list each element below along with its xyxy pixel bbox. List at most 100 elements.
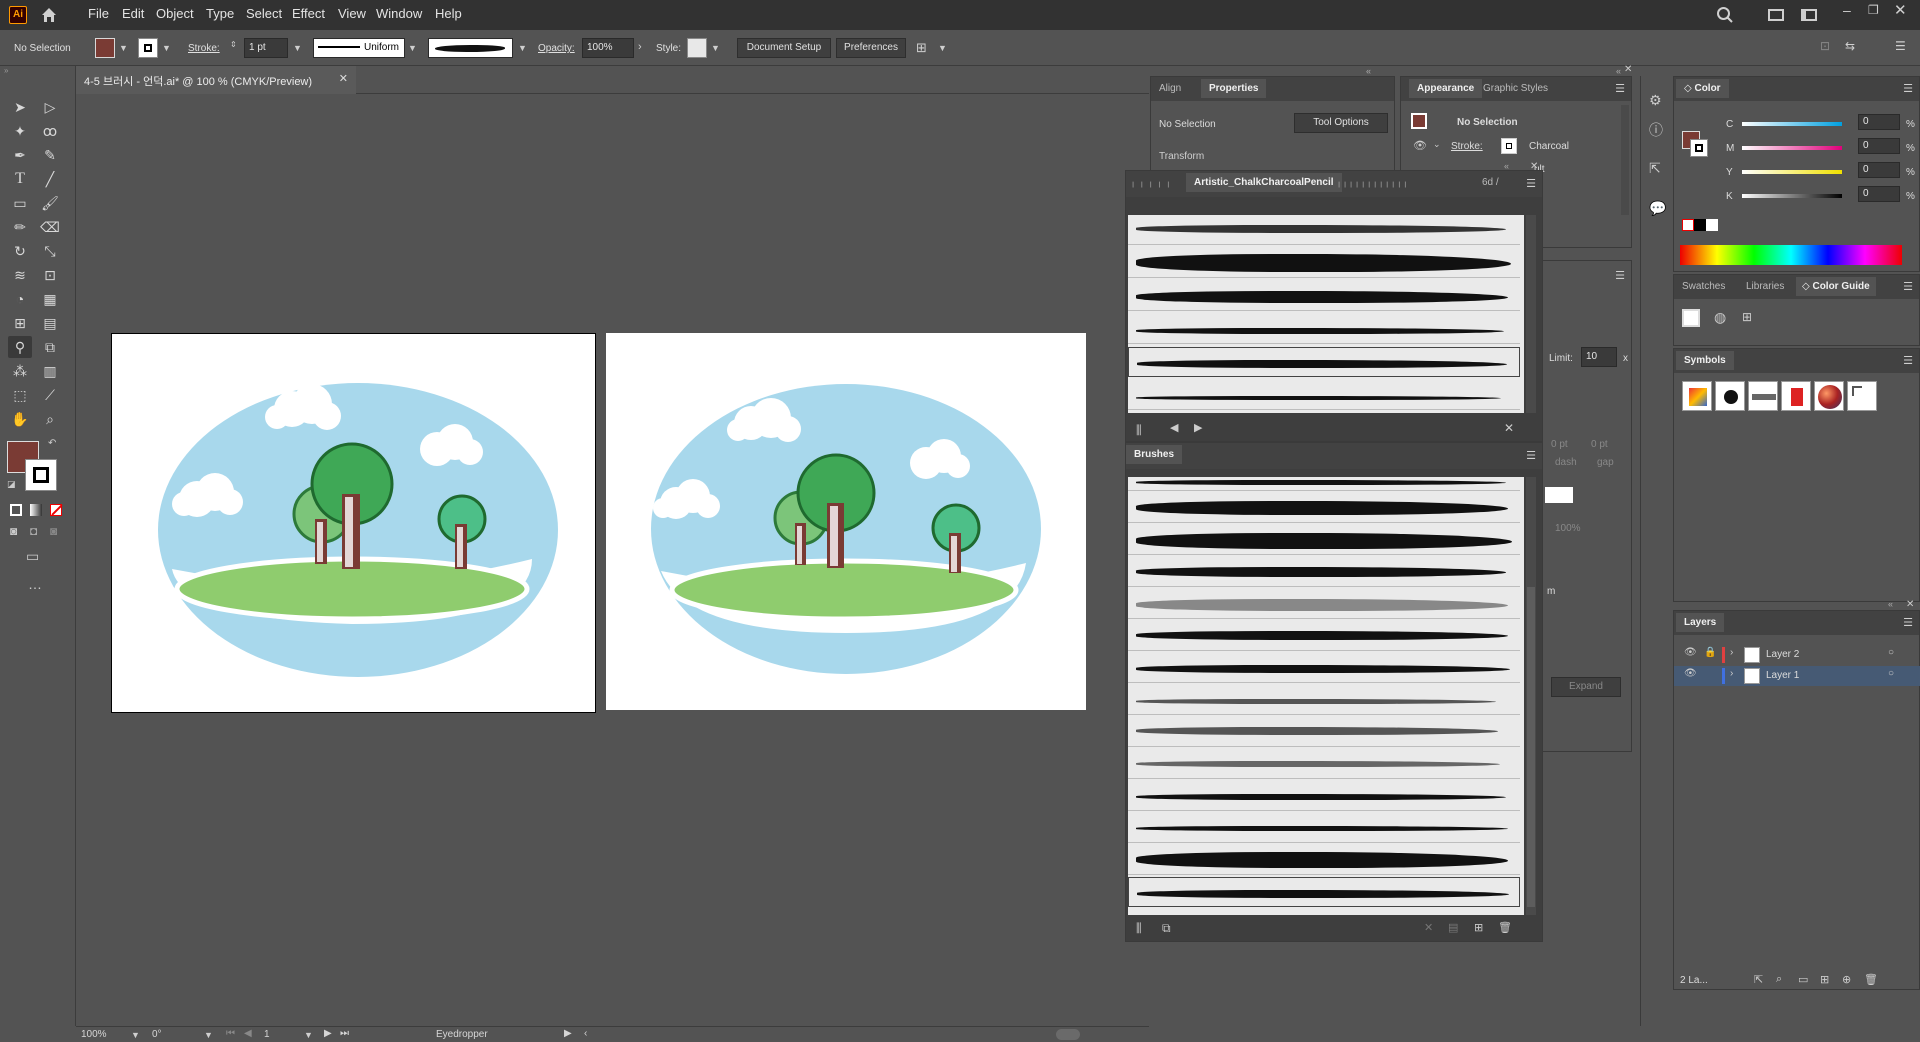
layers-menu-icon[interactable]: ☰: [1903, 616, 1913, 629]
screen-mode-icon[interactable]: ▭: [26, 548, 39, 565]
remove-brush-stroke-icon[interactable]: ✕: [1424, 921, 1433, 934]
properties-dock-icon[interactable]: ⚙: [1649, 92, 1662, 109]
close-tab-icon[interactable]: ✕: [339, 72, 348, 85]
visibility-eye-icon[interactable]: 👁: [1413, 139, 1427, 152]
layer-2-lock-icon[interactable]: 🔒: [1704, 647, 1716, 658]
library-brush-list[interactable]: [1128, 215, 1524, 413]
harmony-rules-icon[interactable]: ⊞: [1742, 310, 1752, 324]
layer-1-name[interactable]: Layer 1: [1766, 670, 1799, 681]
symbols-tab[interactable]: Symbols: [1676, 351, 1734, 370]
appearance-menu-icon[interactable]: ☰: [1615, 82, 1625, 95]
new-layer-icon[interactable]: ⊕: [1842, 973, 1851, 986]
stroke-weight-dropdown-icon[interactable]: ▼: [293, 43, 302, 53]
brushes-tab[interactable]: Brushes: [1126, 445, 1183, 464]
symbol-cube[interactable]: [1682, 381, 1712, 411]
tab-color-guide[interactable]: ◇ Color Guide: [1796, 277, 1876, 296]
artboard-1[interactable]: [111, 333, 596, 713]
stroke-swatch[interactable]: [138, 38, 158, 58]
brush-row[interactable]: [1128, 781, 1520, 811]
brush-row[interactable]: [1128, 749, 1520, 779]
stroke-expand-icon[interactable]: ⌄: [1433, 139, 1441, 150]
layers-tab[interactable]: Layers: [1676, 613, 1725, 632]
none-mode-icon[interactable]: [50, 504, 63, 516]
pen-tool-icon[interactable]: ✒: [8, 144, 32, 166]
brush-row[interactable]: [1128, 685, 1520, 715]
opacity-expand-icon[interactable]: ›: [638, 41, 642, 53]
zoom-tool-icon[interactable]: ⌕: [38, 408, 62, 430]
library-brush-row[interactable]: [1128, 248, 1520, 278]
first-artboard-icon[interactable]: ⏮: [226, 1028, 235, 1039]
draw-behind-icon[interactable]: ◘: [30, 524, 37, 538]
brush-dropdown-icon[interactable]: ▼: [518, 43, 527, 53]
zoom-level[interactable]: 100%: [81, 1029, 107, 1040]
color-tab[interactable]: ◇ Color: [1676, 79, 1729, 98]
draw-normal-icon[interactable]: ◙: [10, 524, 17, 538]
library-brush-row[interactable]: [1128, 281, 1520, 311]
home-icon[interactable]: [40, 6, 58, 24]
library-menu-icon[interactable]: ☰: [1526, 177, 1536, 190]
prev-artboard-icon[interactable]: ◀: [244, 1028, 252, 1039]
column-graph-tool-icon[interactable]: ▥: [38, 360, 62, 382]
channel-y-input[interactable]: 0: [1858, 162, 1900, 178]
library-tab-title[interactable]: Artistic_ChalkCharcoalPencil: [1186, 173, 1342, 192]
menu-view[interactable]: View: [338, 6, 366, 21]
swatches-menu-icon[interactable]: ☰: [1903, 280, 1913, 293]
layer-2-target-icon[interactable]: ○: [1888, 647, 1894, 658]
brush-row[interactable]: [1128, 717, 1520, 747]
none-swatch[interactable]: [1682, 219, 1694, 231]
preferences-button[interactable]: Preferences: [836, 38, 906, 58]
profile-dropdown-icon[interactable]: ▼: [408, 43, 417, 53]
angle-dropdown-icon[interactable]: ▼: [204, 1030, 213, 1040]
artboard-number[interactable]: 1: [264, 1029, 270, 1040]
color-menu-icon[interactable]: ☰: [1903, 82, 1913, 95]
scale-tool-icon[interactable]: ⤡: [38, 240, 62, 262]
channel-k-input[interactable]: 0: [1858, 186, 1900, 202]
libraries-panel-icon[interactable]: ⧉: [1162, 921, 1171, 936]
library-tools-icon[interactable]: ✕: [1504, 421, 1514, 435]
width-tool-icon[interactable]: ≋: [8, 264, 32, 286]
artboard-2[interactable]: [606, 333, 1086, 710]
default-fill-stroke-icon[interactable]: ◪: [7, 479, 16, 490]
tab-appearance[interactable]: Appearance: [1409, 79, 1483, 98]
hand-tool-icon[interactable]: ✋: [8, 408, 32, 430]
brushes-list[interactable]: [1128, 477, 1524, 915]
library-brush-row[interactable]: [1128, 380, 1520, 410]
slice-tool-icon[interactable]: ⟋: [38, 384, 62, 406]
channel-k-slider[interactable]: [1742, 194, 1842, 198]
color-stroke-swatch[interactable]: [1690, 139, 1708, 157]
stroke-weight-input[interactable]: 1 pt: [244, 38, 288, 58]
blend-tool-icon[interactable]: ⧉: [38, 336, 62, 358]
mesh-tool-icon[interactable]: ⊞: [8, 312, 32, 334]
expand-button[interactable]: Expand: [1551, 677, 1621, 697]
eraser-tool-icon[interactable]: ⌫: [38, 216, 62, 238]
library-tabs-right[interactable]: ╷╷╷╷╷╷╷╷╷╷╷╷: [1336, 177, 1408, 188]
restore-icon[interactable]: ❐: [1868, 3, 1879, 17]
scale-percent[interactable]: 100%: [1555, 523, 1581, 534]
gradient-tool-icon[interactable]: ▤: [38, 312, 62, 334]
miter-limit-input[interactable]: 10: [1581, 347, 1617, 367]
artboard-dropdown-icon[interactable]: ▼: [304, 1030, 313, 1040]
library-brush-row[interactable]: [1128, 314, 1520, 344]
dash-value-1[interactable]: 0 pt: [1551, 439, 1568, 450]
tab-swatches[interactable]: Swatches: [1682, 281, 1725, 292]
locate-object-icon[interactable]: ⌕: [1776, 973, 1782, 986]
document-setup-button[interactable]: Document Setup: [737, 38, 831, 58]
opacity-label[interactable]: Opacity:: [538, 43, 575, 54]
layer-1-expand-icon[interactable]: ›: [1730, 668, 1733, 679]
new-brush-icon[interactable]: ⊞: [1474, 921, 1483, 934]
stroke-profile-select[interactable]: Uniform: [313, 38, 405, 58]
free-transform-tool-icon[interactable]: ⊡: [38, 264, 62, 286]
symbol-frame[interactable]: [1847, 381, 1877, 411]
library-collapse-icon[interactable]: «: [1504, 161, 1509, 171]
gap-value-1[interactable]: 0 pt: [1591, 439, 1608, 450]
scroll-left-icon[interactable]: ‹: [584, 1028, 587, 1039]
color-group-icon[interactable]: ◍: [1714, 309, 1726, 326]
lasso-tool-icon[interactable]: ꝏ: [38, 120, 62, 142]
type-tool-icon[interactable]: T: [8, 168, 32, 190]
eyedropper-tool-icon[interactable]: ⚲: [8, 336, 32, 358]
library-brush-row[interactable]: [1128, 215, 1520, 245]
next-library-icon[interactable]: ▶: [1194, 421, 1202, 434]
last-artboard-icon[interactable]: ⏭: [340, 1028, 349, 1039]
white-swatch[interactable]: [1706, 219, 1718, 231]
clipping-mask-icon[interactable]: ▭: [1798, 973, 1808, 986]
